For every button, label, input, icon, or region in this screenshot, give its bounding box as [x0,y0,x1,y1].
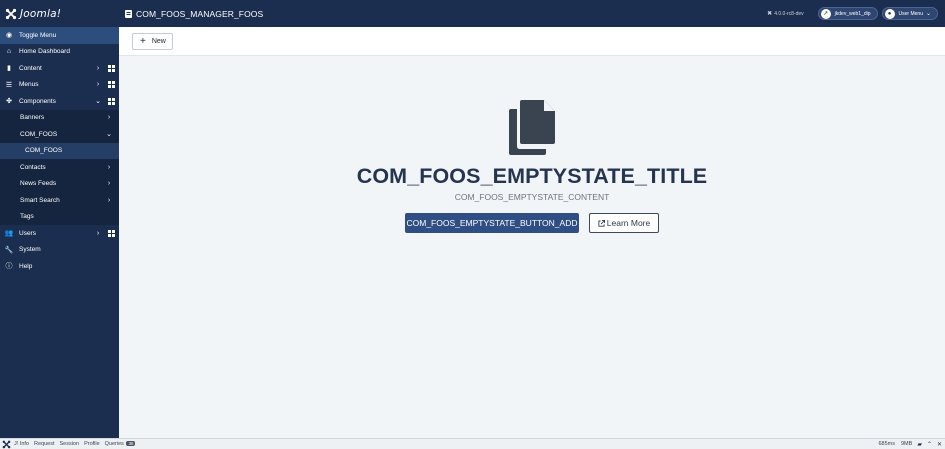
sidebar-subitem-label: Contacts [20,163,46,171]
version-text: 4.0.0-rc8-dev [774,10,804,17]
sidebar-subitem-label: Smart Search [20,196,60,204]
sidebar-subitem-label: COM_FOOS [20,130,58,138]
chevron-right-icon: › [107,180,111,188]
plus-icon: + [140,35,146,47]
sidebar-item-system[interactable]: 🔧 System [0,242,119,259]
dashboard-grid-icon[interactable] [108,64,115,72]
sidebar-item-users[interactable]: 👥 Users › [0,225,119,242]
folder-icon[interactable]: ▰ [917,441,922,448]
sidebar-subitem-tags[interactable]: Tags [0,209,119,226]
chevron-right-icon: › [107,196,111,204]
sidebar-item-toggle-menu[interactable]: ◉ Toggle Menu [0,27,119,44]
debug-tab-queries[interactable]: Queries 36 [105,441,136,447]
joomla-logo-icon[interactable] [2,440,11,449]
chevron-right-icon: › [96,64,100,72]
toolbar: + New [119,27,945,56]
sidebar-item-menus[interactable]: ☰ Menus › [0,77,119,94]
info-icon: ⓘ [5,263,13,271]
sidebar-subitem-label: News Feeds [20,180,57,188]
sidebar-subitem-com-foos-active[interactable]: COM_FOOS [0,142,119,159]
sidebar-item-help[interactable]: ⓘ Help [0,258,119,275]
toggle-icon: ◉ [5,32,13,40]
main-content: COM_FOOS_EMPTYSTATE_TITLE COM_FOOS_EMPTY… [119,56,945,438]
site-link-button[interactable]: ↗ jkdev_web1_dip [817,7,878,20]
components-submenu: Banners › COM_FOOS ⌄ COM_FOOS Contacts ›… [0,109,119,226]
sidebar-subitem-contacts[interactable]: Contacts › [0,159,119,176]
sidebar-item-label: Menus [19,81,39,89]
sidebar: ◉ Toggle Menu ⌂ Home Dashboard ▮ Content… [0,27,119,438]
sidebar-subitem-smart-search[interactable]: Smart Search › [0,192,119,209]
sidebar-subitem-label: COM_FOOS [25,147,63,155]
learn-more-button[interactable]: Learn More [589,213,659,233]
queries-count-badge: 36 [126,441,136,446]
external-link-icon: ↗ [820,8,831,19]
sidebar-subitem-label: Banners [20,114,45,122]
chevron-down-icon: ⌄ [106,131,112,139]
sidebar-subitem-news-feeds[interactable]: News Feeds › [0,176,119,193]
debug-tab-session[interactable]: Session [59,441,79,447]
sidebar-subitem-banners[interactable]: Banners › [0,110,119,127]
sidebar-item-label: Home Dashboard [19,48,70,56]
sidebar-subitem-label: Tags [20,213,34,221]
sidebar-item-label: System [19,246,41,254]
site-name: jkdev_web1_dip [834,10,871,17]
sidebar-item-label: Help [19,262,33,270]
brand[interactable]: Joomla! [0,0,119,27]
user-menu-button[interactable]: ● User Menu ⌄ [881,7,938,20]
sidebar-item-label: Toggle Menu [19,31,57,39]
debug-tab-request[interactable]: Request [34,441,55,447]
chevron-right-icon: › [96,81,100,89]
debug-tab-profile[interactable]: Profile [84,441,100,447]
logo-text: Joomla! [20,7,62,20]
joomla-logo-icon [5,8,17,19]
debug-time: 685ms [878,441,895,447]
external-link-icon [598,219,605,227]
joomla-small-icon: ✖ [767,11,773,17]
dashboard-grid-icon[interactable] [108,81,115,89]
file-icon: ▮ [7,65,11,73]
header-bar: Joomla! COM_FOOS_MANAGER_FOOS ✖ 4.0.0-rc… [0,0,945,27]
debug-tab-queries-label: Queries [104,441,124,447]
debug-memory: 9MB [901,441,913,447]
chevron-down-icon: ⌄ [95,98,101,106]
page-title: COM_FOOS_MANAGER_FOOS [136,8,264,19]
dashboard-grid-icon[interactable] [108,229,115,237]
chevron-down-icon: ⌄ [925,11,931,17]
learn-more-label: Learn More [606,218,651,228]
sidebar-item-label: Components [19,97,56,105]
add-item-button[interactable]: COM_FOOS_EMPTYSTATE_BUTTON_ADD [405,213,579,233]
debug-stats: 685ms 9MB ▰ ⌃ ✕ [872,441,945,448]
new-button[interactable]: + New [132,33,173,50]
home-icon: ⌂ [6,48,12,56]
empty-state-content: COM_FOOS_EMPTYSTATE_CONTENT [454,192,610,202]
puzzle-icon: ✤ [6,98,12,106]
page-title-area: COM_FOOS_MANAGER_FOOS [119,9,263,19]
new-button-label: New [151,38,166,45]
user-icon: ● [884,8,895,19]
debug-tab-jinfo[interactable]: J! Info [14,441,29,447]
user-menu-label: User Menu [898,10,923,17]
page-icon [125,9,132,18]
wrench-icon: 🔧 [4,246,14,254]
version-label: ✖ 4.0.0-rc8-dev [767,10,804,18]
sidebar-item-label: Users [19,229,36,237]
sidebar-item-home-dashboard[interactable]: ⌂ Home Dashboard [0,44,119,61]
sidebar-item-components[interactable]: ✤ Components ⌄ [0,93,119,110]
header-actions: ✖ 4.0.0-rc8-dev ↗ jkdev_web1_dip ● User … [767,0,945,27]
sidebar-item-label: Content [19,64,42,72]
close-icon[interactable]: ✕ [937,441,942,448]
debug-bar: J! Info Request Session Profile Queries … [0,438,945,449]
users-icon: 👥 [4,230,14,238]
empty-state-title: COM_FOOS_EMPTYSTATE_TITLE [356,164,708,188]
chevron-right-icon: › [96,229,100,237]
sidebar-item-content[interactable]: ▮ Content › [0,60,119,77]
chevron-right-icon: › [107,163,111,171]
chevron-right-icon: › [107,114,111,122]
copy-documents-icon [509,100,555,155]
list-icon: ☰ [5,81,13,89]
chevron-up-icon[interactable]: ⌃ [927,441,932,448]
dashboard-grid-icon[interactable] [108,97,115,105]
sidebar-subitem-com-foos[interactable]: COM_FOOS ⌄ [0,126,119,143]
